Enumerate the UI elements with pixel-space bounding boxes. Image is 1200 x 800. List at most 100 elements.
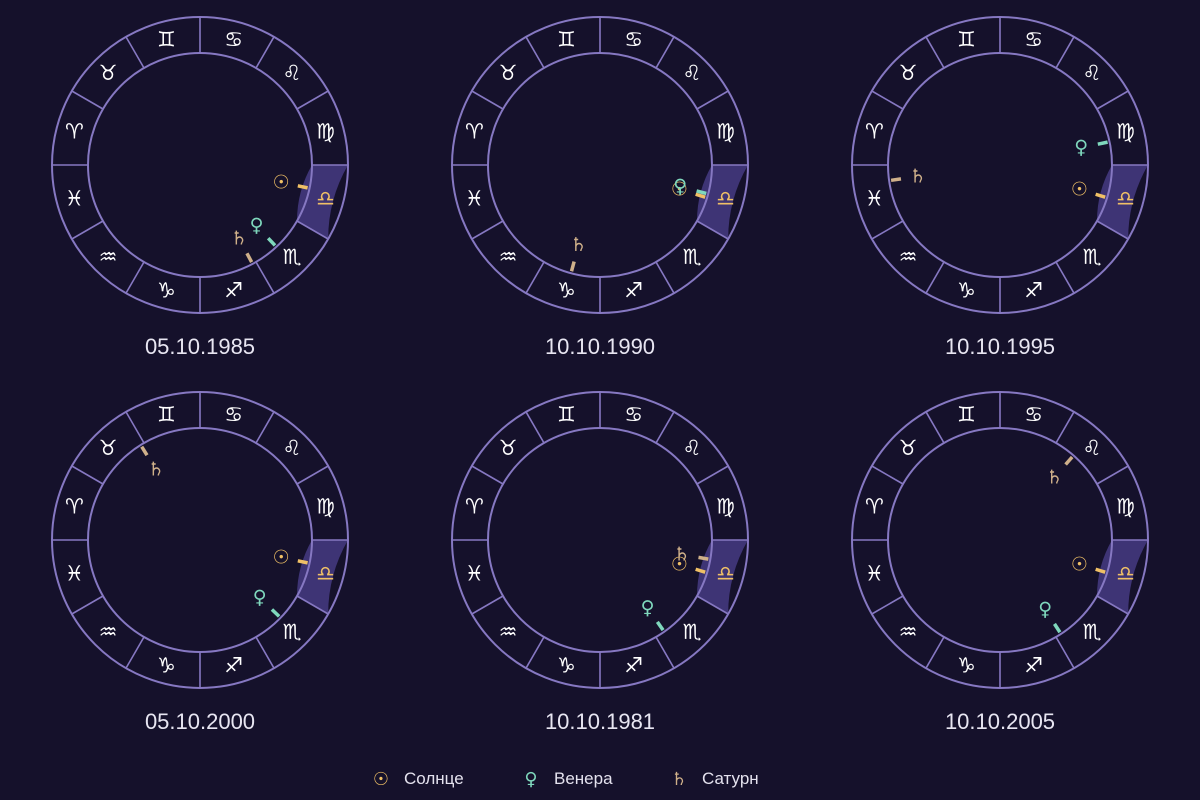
- sign-divider: [525, 411, 545, 444]
- outer-ring: [851, 16, 1149, 314]
- gemini-sign-icon: ♊: [557, 27, 576, 51]
- scorpio-sign-icon: ♏: [283, 620, 302, 644]
- sun-icon: ☉: [1071, 178, 1088, 200]
- sign-divider: [871, 465, 904, 485]
- sign-divider: [871, 595, 904, 615]
- aquarius-sign-icon: ♒: [899, 245, 918, 269]
- taurus-sign-icon: ♉: [899, 436, 918, 460]
- inner-ring: [487, 427, 713, 653]
- sign-divider: [71, 90, 104, 110]
- sign-divider: [71, 220, 104, 240]
- inner-ring: [887, 427, 1113, 653]
- sign-divider: [1055, 261, 1075, 294]
- chart-date-1985: 05.10.1985: [144, 334, 256, 359]
- leo-sign-icon: ♌: [683, 436, 702, 460]
- sign-divider: [471, 90, 504, 110]
- virgo-sign-icon: ♍: [1116, 119, 1135, 143]
- capricorn-sign-icon: ♑: [557, 654, 576, 678]
- sun-icon: ☉: [273, 546, 290, 568]
- taurus-sign-icon: ♉: [99, 436, 118, 460]
- venus-icon: ♀: [253, 587, 267, 609]
- capricorn-sign-icon: ♑: [557, 279, 576, 303]
- libra-sign-icon: ♎: [1116, 562, 1135, 586]
- aquarius-sign-icon: ♒: [899, 620, 918, 644]
- saturn-position-tick: [569, 261, 576, 272]
- virgo-sign-icon: ♍: [716, 494, 735, 518]
- sign-divider: [125, 261, 145, 294]
- venus-position-tick: [266, 236, 277, 247]
- cancer-sign-icon: ♋: [224, 27, 243, 51]
- gemini-sign-icon: ♊: [957, 27, 976, 51]
- saturn-position-tick: [890, 177, 902, 183]
- gemini-sign-icon: ♊: [157, 27, 176, 51]
- aquarius-sign-icon: ♒: [99, 620, 118, 644]
- gemini-sign-icon: ♊: [157, 402, 176, 426]
- sign-divider: [471, 220, 504, 240]
- pisces-sign-icon: ♓: [465, 187, 484, 211]
- sagittarius-sign-icon: ♐: [624, 279, 643, 303]
- sign-divider: [925, 261, 945, 294]
- taurus-sign-icon: ♉: [499, 61, 518, 85]
- sign-divider: [925, 411, 945, 444]
- sign-divider: [925, 636, 945, 669]
- legend-label-saturn: Сатурн: [702, 769, 759, 788]
- sagittarius-sign-icon: ♐: [224, 279, 243, 303]
- sagittarius-sign-icon: ♐: [1024, 279, 1043, 303]
- sign-divider: [471, 595, 504, 615]
- pisces-sign-icon: ♓: [865, 187, 884, 211]
- sign-divider: [1055, 411, 1075, 444]
- libra-sign-icon: ♎: [316, 562, 335, 586]
- sun-icon: ☉: [372, 768, 390, 790]
- zodiac-wheel: ♈♉♊♋♌♍♎♏♐♑♒♓☉♀♄: [51, 16, 349, 314]
- sign-divider: [296, 465, 329, 485]
- sagittarius-sign-icon: ♐: [1024, 654, 1043, 678]
- legend-item-sun: ☉ Солнце: [372, 764, 464, 794]
- saturn-icon: ♄: [570, 234, 587, 256]
- zodiac-wheel: ♈♉♊♋♌♍♎♏♐♑♒♓☉♀♄: [851, 16, 1149, 314]
- inner-ring: [87, 52, 313, 278]
- venus-position-tick: [270, 608, 281, 618]
- sign-divider: [696, 90, 729, 110]
- taurus-sign-icon: ♉: [99, 61, 118, 85]
- venus-icon: ♀: [641, 597, 655, 619]
- zodiac-wheel: ♈♉♊♋♌♍♎♏♐♑♒♓☉♀♄: [451, 391, 749, 689]
- sagittarius-sign-icon: ♐: [224, 654, 243, 678]
- sign-divider: [125, 36, 145, 69]
- virgo-sign-icon: ♍: [316, 494, 335, 518]
- venus-position-tick: [696, 189, 707, 196]
- leo-sign-icon: ♌: [1083, 61, 1102, 85]
- sign-divider: [1055, 36, 1075, 69]
- pisces-sign-icon: ♓: [65, 562, 84, 586]
- sign-divider: [1096, 90, 1129, 110]
- venus-icon: ♀: [250, 215, 264, 237]
- sign-divider: [696, 465, 729, 485]
- saturn-position-tick: [245, 252, 254, 263]
- aquarius-sign-icon: ♒: [99, 245, 118, 269]
- sign-divider: [255, 36, 275, 69]
- chart-date-2005: 10.10.2005: [944, 709, 1056, 734]
- libra-sign-icon: ♎: [716, 187, 735, 211]
- sign-divider: [125, 636, 145, 669]
- leo-sign-icon: ♌: [1083, 436, 1102, 460]
- sign-divider: [1055, 636, 1075, 669]
- sun-position-tick: [297, 184, 308, 190]
- capricorn-sign-icon: ♑: [957, 654, 976, 678]
- zodiac-wheels-canvas: ♈♉♊ ♋♌♍♎♏♐♑♒♓☉♀♄♈♉♊ ♋♌♍♎♏♐♑♒♓ ☉♀♄♈♉♊ ♋♌♍♎♏♐♑…: [51, 16, 1149, 689]
- sign-divider: [296, 90, 329, 110]
- aquarius-sign-icon: ♒: [499, 245, 518, 269]
- sign-divider: [925, 36, 945, 69]
- chart-date-1990: 10.10.1990: [544, 334, 656, 359]
- sun-position-tick: [297, 559, 308, 565]
- pisces-sign-icon: ♓: [65, 187, 84, 211]
- scorpio-sign-icon: ♏: [1083, 245, 1102, 269]
- venus-position-tick: [1097, 140, 1108, 146]
- outer-ring: [451, 391, 749, 689]
- aries-sign-icon: ♈: [865, 494, 884, 518]
- capricorn-sign-icon: ♑: [157, 654, 176, 678]
- outer-ring: [851, 391, 1149, 689]
- sign-divider: [525, 636, 545, 669]
- zodiac-wheel: ♈♉♊♋♌♍♎♏♐♑♒♓☉♀♄: [451, 16, 749, 314]
- zodiac-wheel: ♈♉♊♋♌♍♎♏♐♑♒♓☉♀♄: [851, 391, 1149, 689]
- chart-date-1981: 10.10.1981: [544, 709, 656, 734]
- legend-label-venus: Венера: [554, 769, 613, 788]
